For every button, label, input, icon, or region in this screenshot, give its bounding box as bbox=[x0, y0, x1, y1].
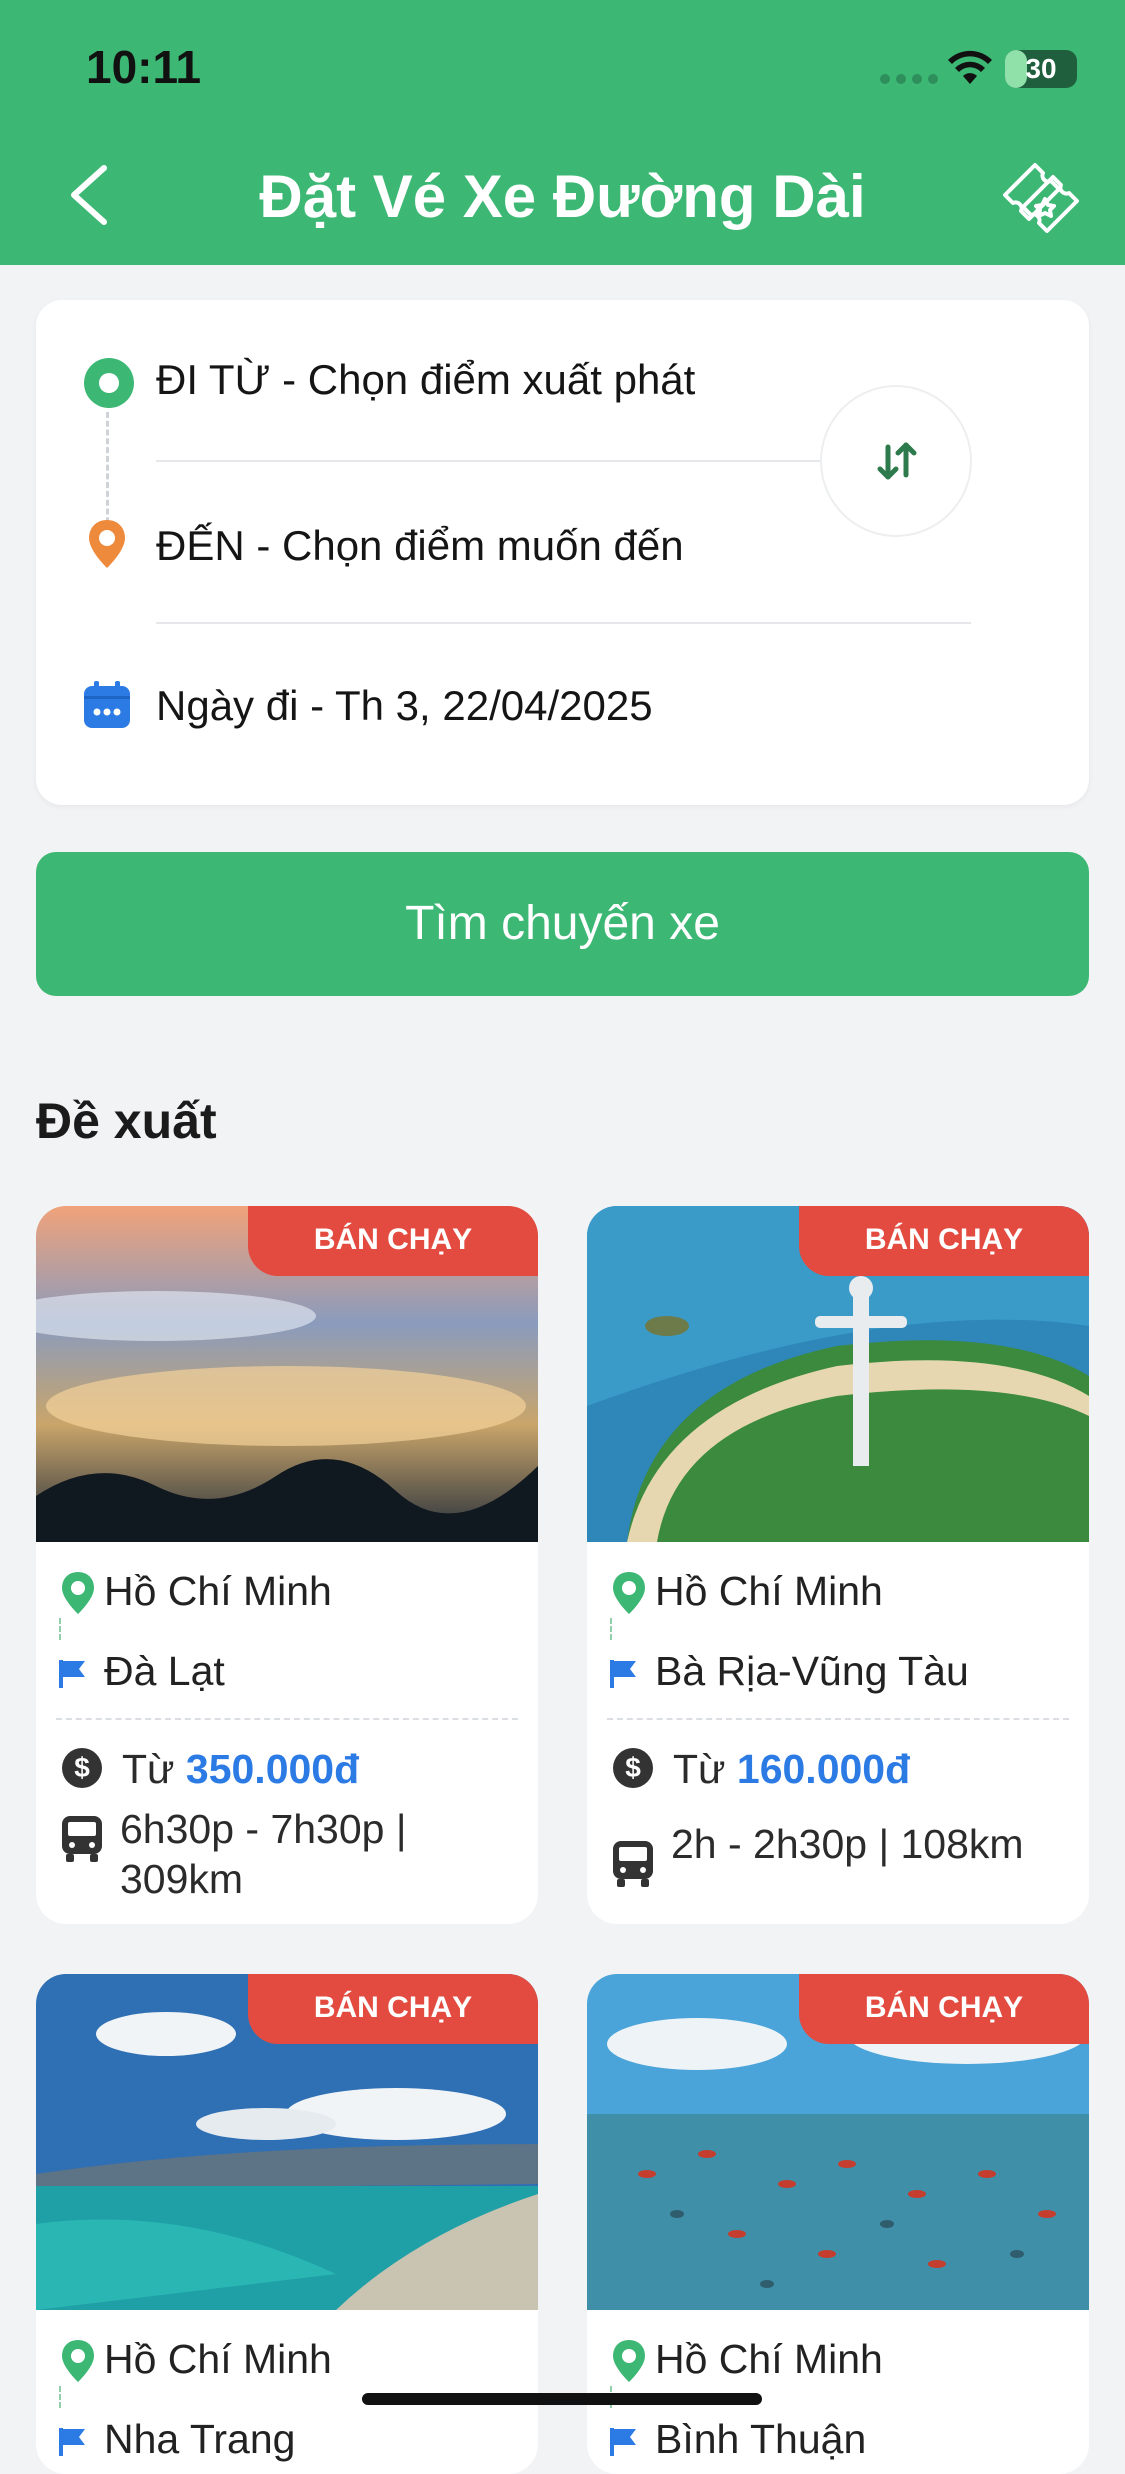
route-connector bbox=[59, 2386, 61, 2408]
battery-level: 30 bbox=[1025, 53, 1057, 84]
route-connector bbox=[59, 1618, 61, 1640]
origin-field[interactable]: ĐI TỪ - Chọn điểm xuất phát bbox=[156, 356, 695, 404]
dollar-coin-icon: $ bbox=[62, 1748, 102, 1788]
section-title-suggest: Đề xuất bbox=[36, 1093, 217, 1149]
flag-icon bbox=[610, 1660, 636, 1688]
search-trips-button[interactable]: Tìm chuyến xe bbox=[36, 852, 1089, 996]
search-form-card: ĐI TỪ - Chọn điểm xuất phát ĐẾN - Chọn đ… bbox=[36, 300, 1089, 805]
divider bbox=[156, 460, 856, 462]
price-prefix: Từ bbox=[122, 1746, 186, 1792]
duration-distance: 6h30p - 7h30p | 309km bbox=[120, 1806, 407, 1902]
flag-icon bbox=[59, 1660, 85, 1688]
dollar-coin-icon: $ bbox=[613, 1748, 653, 1788]
flag-icon bbox=[59, 2428, 85, 2456]
destination-pin-icon bbox=[89, 520, 125, 568]
origin-city: Hồ Chí Minh bbox=[104, 2336, 332, 2382]
origin-pin-icon bbox=[62, 1572, 94, 1614]
origin-dot-icon bbox=[84, 358, 134, 408]
destination-city: Bình Thuận bbox=[655, 2416, 867, 2462]
wifi-icon bbox=[948, 50, 992, 84]
bestseller-badge: BÁN CHẠY bbox=[799, 1974, 1089, 2044]
divider bbox=[607, 1718, 1069, 1720]
origin-city: Hồ Chí Minh bbox=[655, 2336, 883, 2382]
home-indicator bbox=[362, 2393, 762, 2405]
ticket-icon[interactable] bbox=[995, 155, 1085, 245]
origin-city: Hồ Chí Minh bbox=[655, 1568, 883, 1614]
destination-city: Đà Lạt bbox=[104, 1648, 225, 1694]
destination-city: Bà Rịa-Vũng Tàu bbox=[655, 1648, 969, 1694]
bestseller-badge: BÁN CHẠY bbox=[799, 1206, 1089, 1276]
swap-arrows-icon bbox=[877, 442, 917, 480]
destination-city: Nha Trang bbox=[104, 2416, 296, 2462]
origin-city: Hồ Chí Minh bbox=[104, 1568, 332, 1614]
bestseller-badge: BÁN CHẠY bbox=[248, 1206, 538, 1276]
route-connector bbox=[610, 1618, 612, 1640]
bus-icon bbox=[613, 1841, 653, 1887]
calendar-icon bbox=[84, 681, 130, 728]
bestseller-badge: BÁN CHẠY bbox=[248, 1974, 538, 2044]
price-value: 160.000đ bbox=[736, 1746, 911, 1792]
flag-icon bbox=[610, 2428, 636, 2456]
duration-distance: 2h - 2h30p | 108km bbox=[671, 1821, 1024, 1867]
page-title: Đặt Vé Xe Đường Dài bbox=[259, 163, 866, 230]
battery-icon: 30 bbox=[1005, 50, 1077, 88]
origin-pin-icon bbox=[613, 2340, 645, 2382]
route-connector bbox=[106, 412, 109, 532]
swap-direction-button[interactable] bbox=[820, 385, 972, 537]
route-card[interactable]: BÁN CHẠY Hồ Chí Minh Bà Rịa-Vũng Tàu $ T… bbox=[587, 1206, 1089, 1924]
status-time: 10:11 bbox=[86, 41, 202, 93]
price-prefix: Từ bbox=[673, 1746, 737, 1792]
destination-field[interactable]: ĐẾN - Chọn điểm muốn đến bbox=[156, 522, 684, 570]
cellular-signal-icon bbox=[880, 74, 938, 84]
price-value: 350.000đ bbox=[185, 1746, 360, 1792]
origin-pin-icon bbox=[62, 2340, 94, 2382]
bus-icon bbox=[62, 1816, 102, 1862]
route-card[interactable]: BÁN CHẠY Hồ Chí Minh Đà Lạt $ Từ 350.000… bbox=[36, 1206, 538, 1924]
app-header: 10:11 30 Đặt Vé Xe Đường Dài bbox=[0, 0, 1125, 265]
divider bbox=[156, 622, 971, 624]
departure-date-field[interactable]: Ngày đi - Th 3, 22/04/2025 bbox=[156, 682, 653, 730]
origin-pin-icon bbox=[613, 1572, 645, 1614]
divider bbox=[56, 1718, 518, 1720]
